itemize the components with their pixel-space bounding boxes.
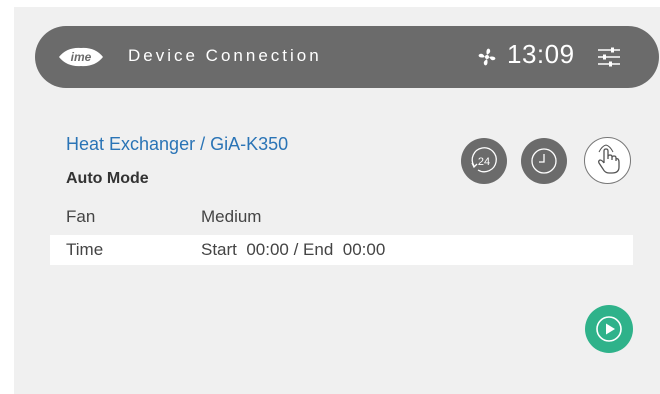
manual-hand-icon (598, 144, 620, 174)
time-value: Start 00:00 / End 00:00 (201, 240, 386, 259)
schedule-clock-icon (531, 148, 557, 174)
fan-icon (475, 45, 499, 69)
svg-text:24: 24 (478, 156, 490, 168)
time-row: Time Start 00:00 / End 00:00 (50, 235, 633, 265)
timer-24h-icon: 24 (471, 147, 497, 173)
fan-row: Fan Medium (50, 202, 633, 232)
timer-24h-button[interactable]: 24 (461, 138, 507, 184)
manual-mode-button[interactable] (584, 137, 631, 184)
play-icon (596, 316, 622, 342)
fan-value: Medium (201, 207, 262, 226)
play-button[interactable] (585, 305, 633, 353)
clock-time: 13:09 (507, 39, 575, 69)
page-title: Device Connection (128, 46, 322, 65)
settings-sliders-icon[interactable] (596, 44, 622, 70)
header-bar: ime Device Connection 13:09 (35, 26, 659, 88)
time-label: Time (66, 240, 104, 259)
schedule-clock-button[interactable] (521, 138, 567, 184)
fan-label: Fan (66, 207, 96, 226)
svg-text:ime: ime (71, 50, 92, 64)
mode-label: Auto Mode (66, 170, 149, 187)
logo-icon: ime (57, 44, 105, 70)
device-name: Heat Exchanger / GiA-K350 (66, 134, 289, 154)
